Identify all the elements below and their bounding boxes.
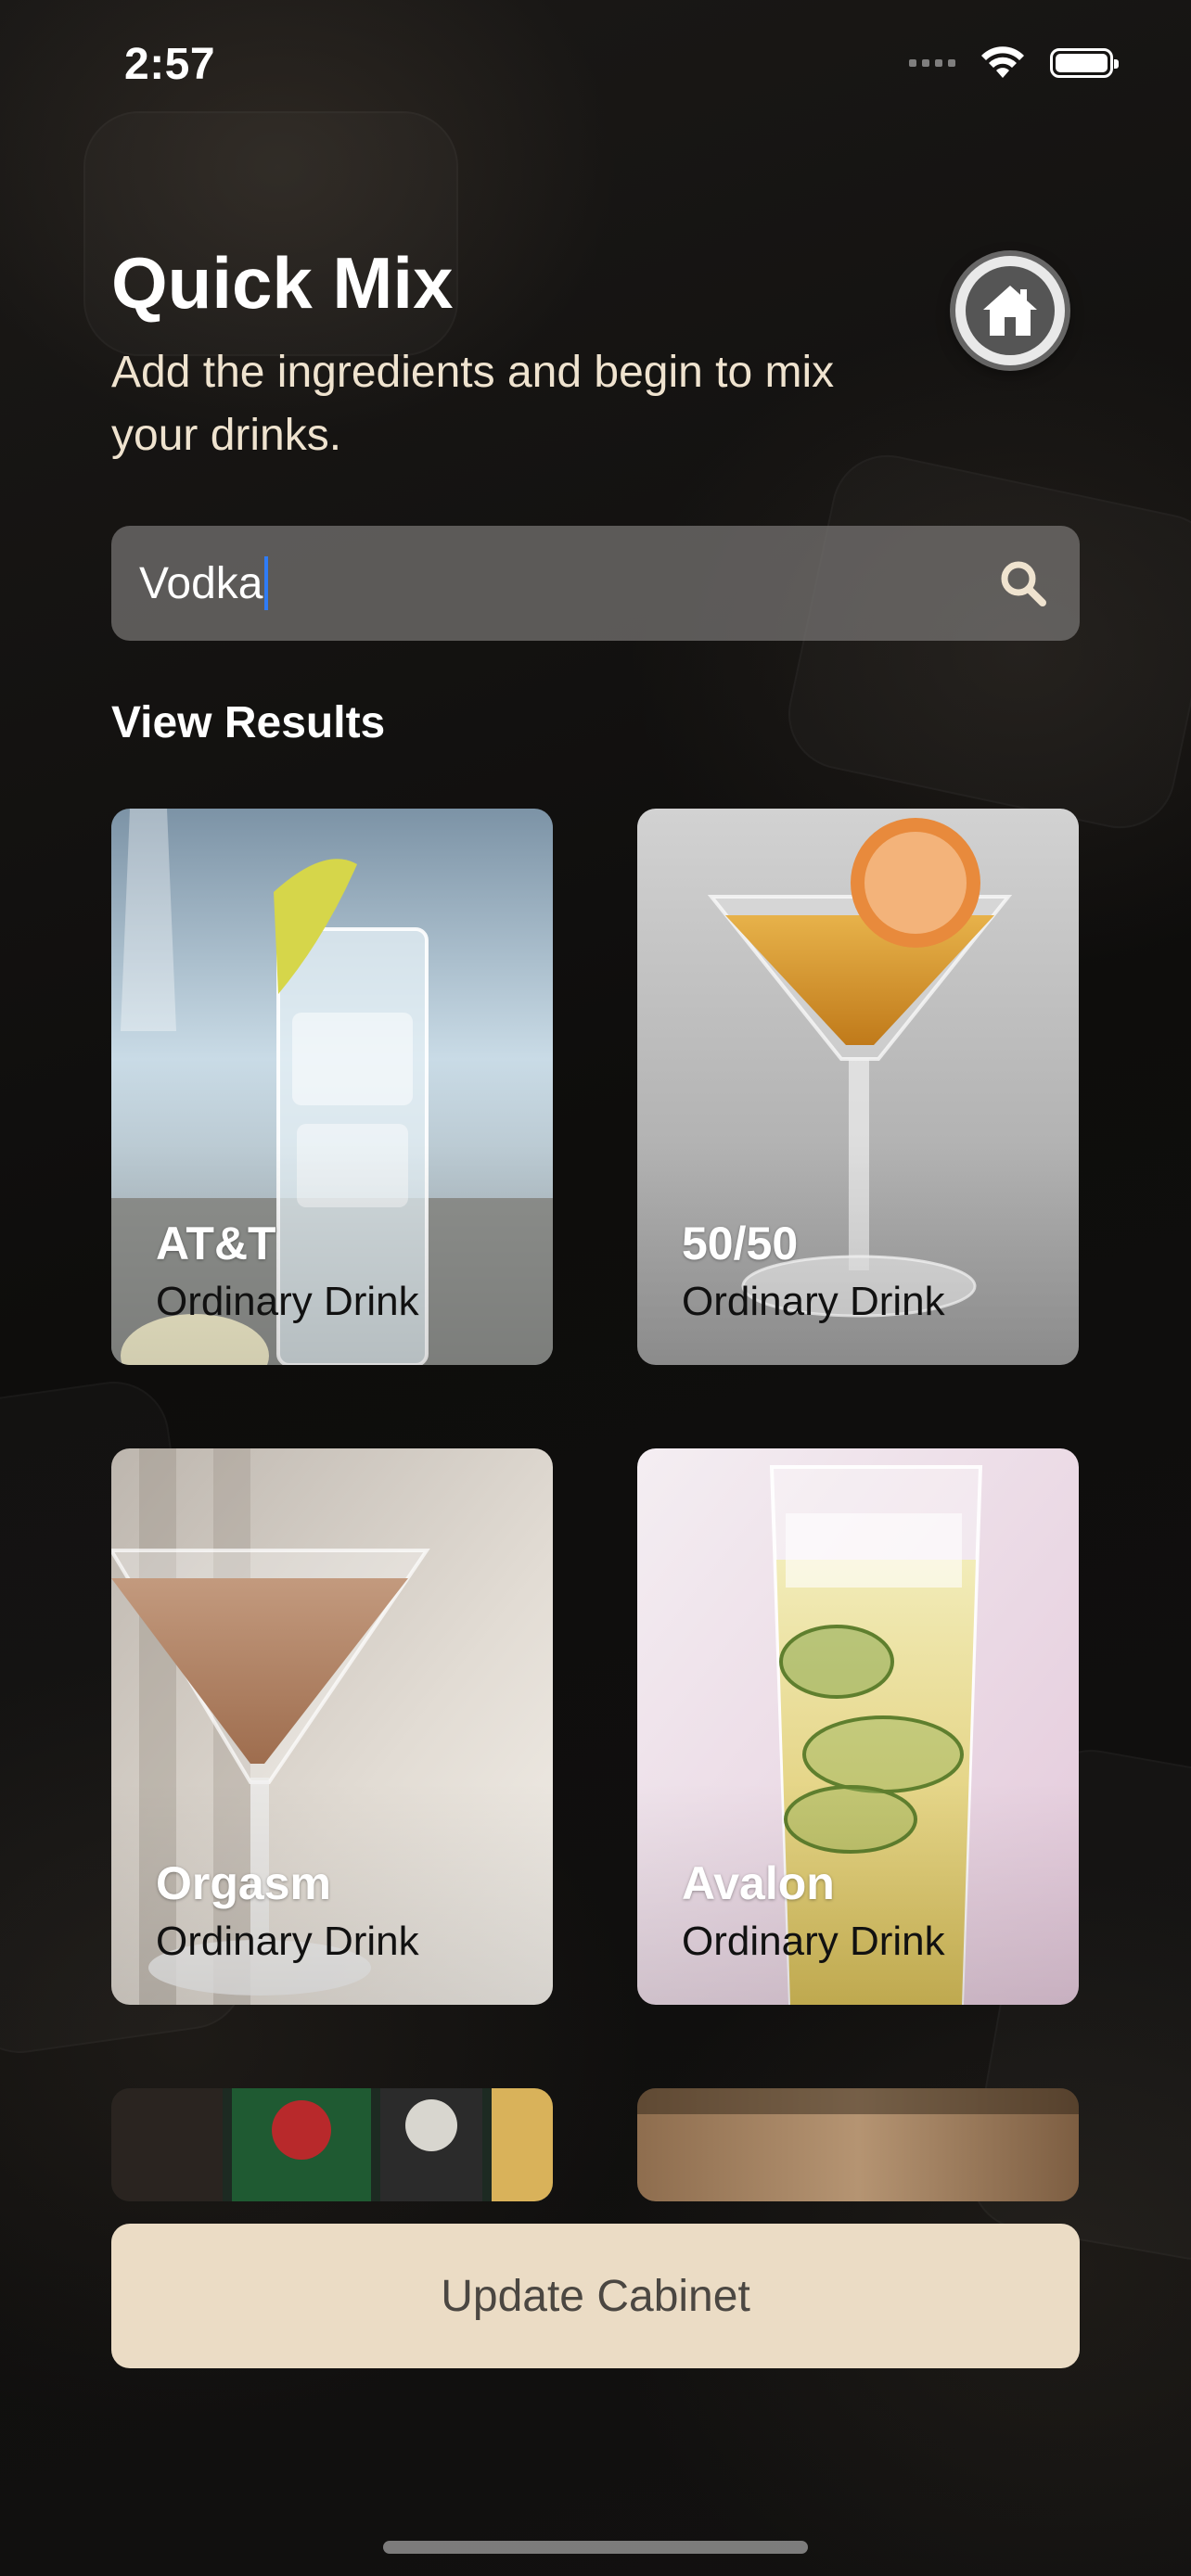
drink-photo xyxy=(637,2088,1079,2201)
wifi-icon xyxy=(981,46,1024,78)
drink-photo xyxy=(111,2088,553,2201)
drink-category: Ordinary Drink xyxy=(682,1279,945,1324)
page-subtitle: Add the ingredients and begin to mix you… xyxy=(111,348,835,460)
drink-card[interactable]: AT&T Ordinary Drink xyxy=(111,809,553,1365)
drink-category: Ordinary Drink xyxy=(682,1919,945,1964)
search-input[interactable]: Vodka xyxy=(111,526,1080,641)
home-icon xyxy=(983,286,1037,336)
battery-icon xyxy=(1050,48,1119,78)
signal-icon xyxy=(909,59,955,67)
drink-category: Ordinary Drink xyxy=(156,1919,419,1964)
search-icon[interactable] xyxy=(998,558,1048,608)
drink-card[interactable]: Avalon Ordinary Drink xyxy=(637,1448,1079,2005)
status-time: 2:57 xyxy=(124,40,216,89)
drink-name: AT&T xyxy=(156,1218,276,1269)
drink-card[interactable] xyxy=(637,2088,1079,2201)
text-cursor xyxy=(264,556,269,610)
drink-name: Avalon xyxy=(682,1857,835,1909)
drink-card[interactable] xyxy=(111,2088,553,2201)
update-cabinet-button[interactable]: Update Cabinet xyxy=(111,2224,1080,2368)
page-title: Quick Mix xyxy=(111,242,454,324)
home-button[interactable] xyxy=(955,256,1065,365)
search-input-value[interactable]: Vodka xyxy=(139,558,263,609)
drink-name: Orgasm xyxy=(156,1857,331,1909)
background-decoration xyxy=(778,445,1191,839)
home-indicator xyxy=(383,2541,808,2554)
status-indicators xyxy=(909,46,1119,80)
drink-category: Ordinary Drink xyxy=(156,1279,419,1324)
app-screen: 2:57 Quick Mix Add the ingredients and b… xyxy=(0,0,1191,2576)
results-heading: View Results xyxy=(111,698,386,747)
drink-name: 50/50 xyxy=(682,1218,799,1269)
home-button-inner xyxy=(966,266,1055,355)
drink-card[interactable]: 50/50 Ordinary Drink xyxy=(637,809,1079,1365)
drink-card[interactable]: Orgasm Ordinary Drink xyxy=(111,1448,553,2005)
